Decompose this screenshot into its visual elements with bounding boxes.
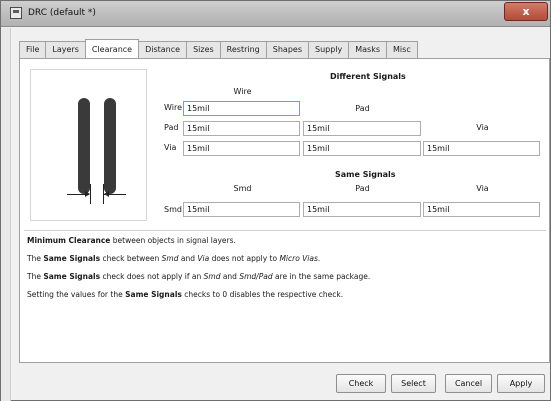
tab-supply[interactable]: Supply bbox=[307, 41, 350, 58]
smd-smd-field[interactable] bbox=[183, 202, 300, 217]
description-separator bbox=[24, 230, 546, 231]
col-header-via: Via bbox=[476, 123, 489, 132]
col-header-same-pad: Pad bbox=[355, 184, 370, 193]
description-line-3-c: and bbox=[220, 272, 240, 281]
description-line-2-micro-vias: Micro Vias bbox=[279, 254, 318, 263]
description-line-3-bold: Same Signals bbox=[43, 272, 101, 281]
select-button[interactable]: Select bbox=[391, 374, 436, 393]
tab-bar: File Layers Clearance Distance Sizes Res… bbox=[19, 39, 418, 58]
title-bar[interactable]: DRC (default *) x bbox=[1, 1, 550, 27]
arrowhead-right-icon bbox=[104, 191, 109, 197]
via-pad-field[interactable] bbox=[303, 141, 421, 156]
description-line-4-a: Setting the values for the bbox=[27, 290, 126, 299]
row-label-wire: Wire bbox=[164, 103, 182, 112]
arrowhead-left-icon bbox=[85, 191, 90, 197]
left-trace-graphic bbox=[78, 98, 90, 194]
clearance-panel: Different Signals Wire Pad Via Wire Pad … bbox=[19, 58, 550, 363]
description-line-3-smd-pad: Smd/Pad bbox=[239, 272, 273, 281]
description-line-2-c: and bbox=[178, 254, 198, 263]
cancel-button[interactable]: Cancel bbox=[445, 374, 492, 393]
description-line-4-b: checks to 0 disables the respective chec… bbox=[181, 290, 344, 299]
tab-file[interactable]: File bbox=[19, 41, 47, 58]
wire-wire-field[interactable] bbox=[183, 101, 300, 116]
app-icon bbox=[10, 7, 22, 19]
close-button[interactable]: x bbox=[504, 2, 548, 21]
right-trace-graphic bbox=[104, 98, 116, 194]
tab-restring[interactable]: Restring bbox=[219, 41, 267, 58]
description-line-3-smd: Smd bbox=[203, 272, 221, 281]
description-line-2-d: does not apply to bbox=[209, 254, 280, 263]
tab-distance[interactable]: Distance bbox=[138, 41, 188, 58]
apply-button[interactable]: Apply bbox=[497, 374, 545, 393]
description-line-2-b: check between bbox=[100, 254, 162, 263]
description-line-3: The Same Signals check does not apply if… bbox=[27, 272, 370, 281]
col-header-same-via: Via bbox=[476, 184, 489, 193]
row-label-smd: Smd bbox=[164, 205, 182, 214]
description-line-1-rest: between objects in signal layers. bbox=[110, 236, 236, 245]
via-via-field[interactable] bbox=[423, 141, 540, 156]
description-line-2-smd: Smd bbox=[161, 254, 179, 263]
dimension-line-left bbox=[90, 184, 91, 204]
description-line-3-a: The bbox=[27, 272, 44, 281]
via-wire-field[interactable] bbox=[183, 141, 300, 156]
window-left-edge bbox=[1, 28, 11, 401]
description-line-4-bold: Same Signals bbox=[125, 290, 182, 299]
smd-pad-field[interactable] bbox=[303, 202, 421, 217]
tab-clearance[interactable]: Clearance bbox=[84, 39, 140, 58]
description-line-1: Minimum Clearance between objects in sig… bbox=[27, 236, 236, 245]
description-line-2: The Same Signals check between Smd and V… bbox=[27, 254, 320, 263]
pad-wire-field[interactable] bbox=[183, 121, 300, 136]
tab-masks[interactable]: Masks bbox=[348, 41, 388, 58]
description-line-1-bold: Minimum Clearance bbox=[27, 236, 111, 245]
col-header-pad: Pad bbox=[355, 104, 370, 113]
description-line-4: Setting the values for the Same Signals … bbox=[27, 290, 343, 299]
tab-layers[interactable]: Layers bbox=[45, 41, 86, 58]
drc-dialog: DRC (default *) x File Layers Clearance … bbox=[0, 0, 551, 401]
description-line-2-via: Via bbox=[197, 254, 210, 263]
row-label-via: Via bbox=[164, 143, 177, 152]
same-signals-heading: Same Signals bbox=[335, 170, 396, 179]
clearance-illustration bbox=[30, 69, 147, 221]
col-header-wire: Wire bbox=[233, 87, 252, 96]
tab-misc[interactable]: Misc bbox=[386, 41, 418, 58]
window-title: DRC (default *) bbox=[28, 8, 96, 18]
row-label-pad: Pad bbox=[164, 123, 179, 132]
description-line-2-e: . bbox=[317, 254, 321, 263]
pad-pad-field[interactable] bbox=[303, 121, 421, 136]
description-line-3-d: are in the same package. bbox=[272, 272, 371, 281]
tab-shapes[interactable]: Shapes bbox=[265, 41, 309, 58]
col-header-smd: Smd bbox=[233, 184, 252, 193]
description-line-2-a: The bbox=[27, 254, 44, 263]
description-line-2-bold: Same Signals bbox=[43, 254, 101, 263]
description-line-3-b: check does not apply if an bbox=[100, 272, 204, 281]
smd-via-field[interactable] bbox=[423, 202, 540, 217]
tab-sizes[interactable]: Sizes bbox=[186, 41, 221, 58]
different-signals-heading: Different Signals bbox=[330, 72, 406, 81]
check-button[interactable]: Check bbox=[336, 374, 386, 393]
